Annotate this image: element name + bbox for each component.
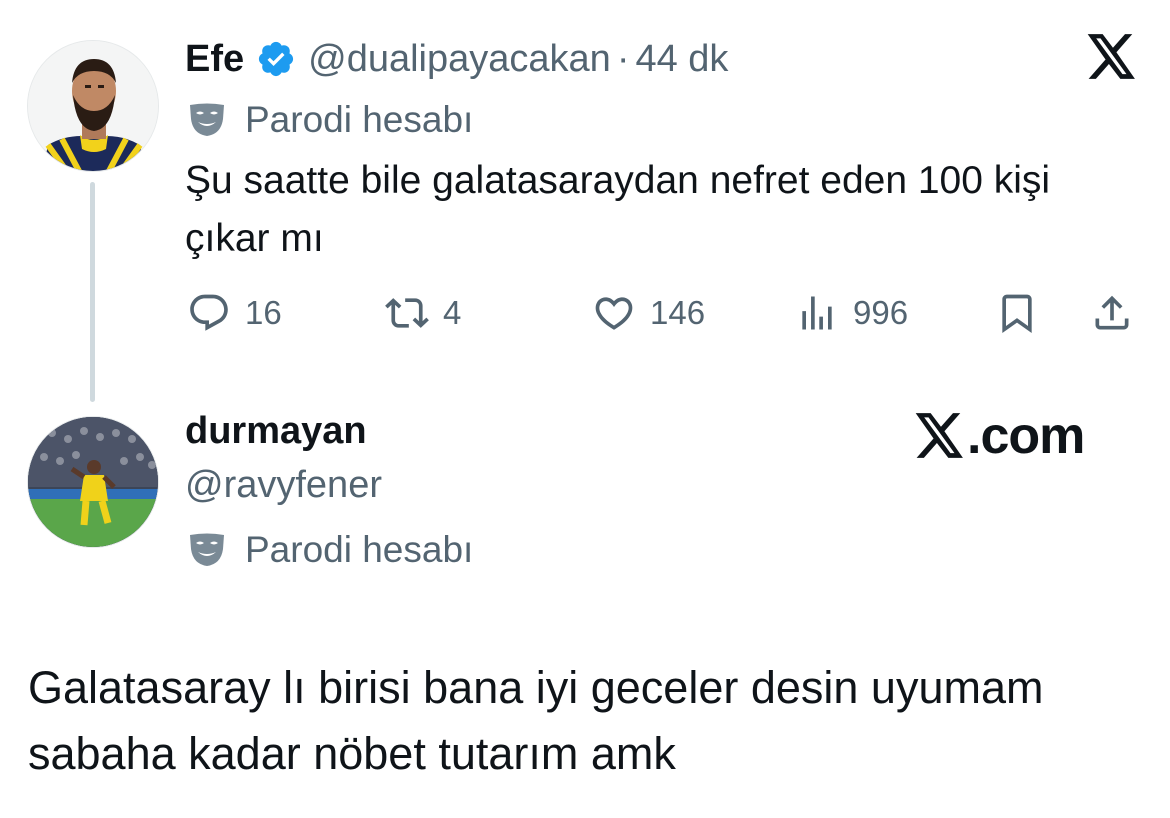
views-count: 996: [853, 294, 909, 331]
views-button[interactable]: 996: [795, 290, 908, 336]
tweet2-handle[interactable]: @ravyfener: [185, 464, 382, 507]
reply-count: 16: [245, 294, 282, 331]
reply-icon: [190, 294, 228, 331]
tweet2-display-name[interactable]: durmayan: [185, 410, 367, 453]
reply-button[interactable]: 16: [187, 290, 282, 336]
share-icon: [1095, 295, 1129, 330]
parody-mask-icon: [190, 103, 224, 136]
tweet1-parody-label: Parodi hesabı: [187, 97, 473, 143]
tweet1-handle[interactable]: @dualipayacakan: [308, 38, 611, 81]
avatar-durmayan-image: [28, 417, 158, 547]
x-com-watermark: .com: [915, 405, 1085, 467]
repost-button[interactable]: 4: [385, 290, 461, 336]
tweet1-parody-text: Parodi hesabı: [245, 99, 474, 140]
tweet2-body: Galatasaray lı birisi bana iyi geceler d…: [28, 662, 1044, 779]
like-count: 146: [650, 294, 706, 331]
tweet1-body: Şu saatte bile galatasaraydan nefret ede…: [185, 159, 1051, 260]
x-logo-icon: [915, 413, 963, 458]
heart-icon: [595, 297, 633, 330]
repost-icon: [385, 298, 429, 328]
bookmark-icon: [1002, 294, 1032, 334]
x-logo-icon: [1087, 34, 1135, 79]
share-button[interactable]: [1090, 290, 1134, 336]
verified-badge-icon: [259, 41, 294, 77]
tweet1-header: Efe @dualipayacakan · 44 dk: [185, 34, 728, 84]
tweet2-parody-label: Parodi hesabı: [187, 527, 473, 573]
repost-count: 4: [443, 294, 462, 331]
like-button[interactable]: 146: [592, 290, 705, 336]
tweet1-display-name[interactable]: Efe: [185, 38, 244, 81]
avatar-efe-image: [28, 41, 158, 171]
tweet2-parody-text: Parodi hesabı: [245, 529, 474, 570]
x-com-text: .com: [967, 407, 1085, 465]
tweet1-separator: ·: [616, 37, 630, 80]
parody-mask-icon: [190, 533, 224, 566]
avatar-durmayan[interactable]: [27, 416, 159, 548]
bookmark-button[interactable]: [995, 290, 1039, 336]
avatar-efe[interactable]: [27, 40, 159, 172]
views-chart-icon: [802, 296, 832, 330]
thread-connector-line: [90, 182, 95, 402]
tweet1-time[interactable]: 44 dk: [635, 38, 728, 81]
